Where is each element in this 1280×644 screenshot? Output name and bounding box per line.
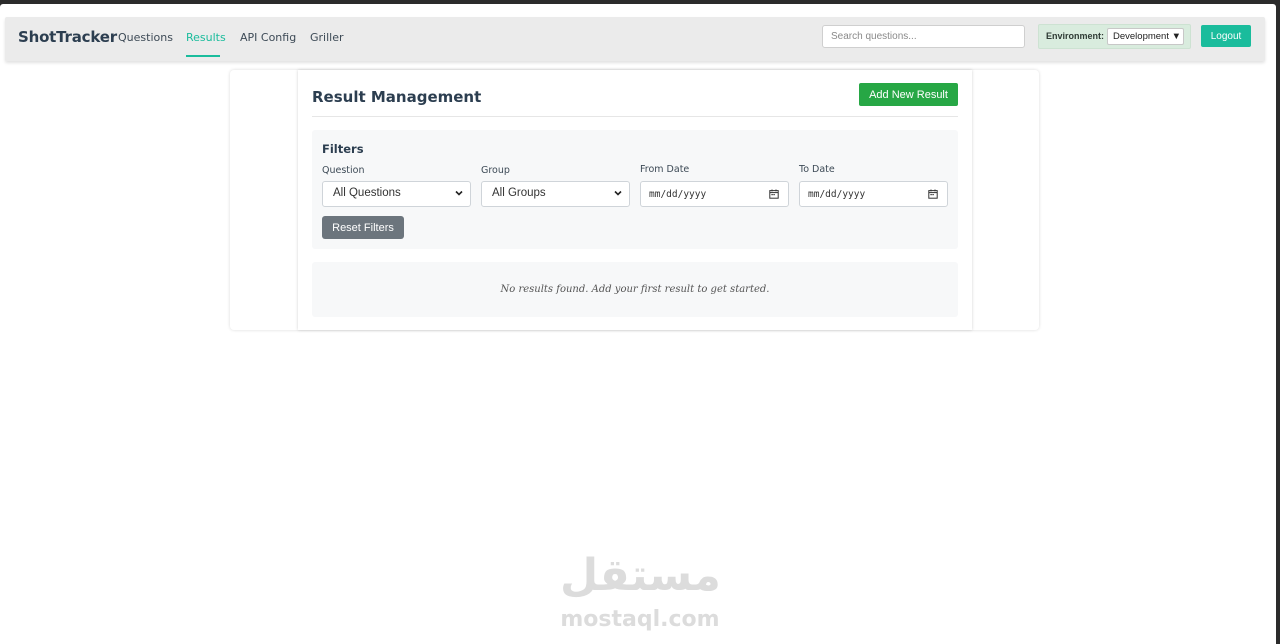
watermark-logo: مستقل: [560, 550, 721, 601]
brand-logo[interactable]: ShotTracker: [18, 28, 117, 46]
to-date-input[interactable]: mm/dd/yyyy: [799, 181, 948, 207]
page: ShotTracker Questions Results API Config…: [0, 4, 1276, 644]
nav-link-results[interactable]: Results: [186, 31, 226, 44]
to-date-placeholder: mm/dd/yyyy: [808, 189, 866, 200]
from-date-label: From Date: [640, 164, 690, 175]
filters-panel: Filters Question All Questions Group All…: [312, 130, 958, 249]
logout-button[interactable]: Logout: [1201, 25, 1251, 47]
active-tab-indicator: [186, 55, 220, 57]
group-select-value: All Groups: [492, 187, 546, 199]
watermark-url: mostaql.com: [560, 607, 720, 632]
chevron-down-icon: [455, 190, 463, 196]
chevron-down-icon: [614, 190, 622, 196]
question-select-value: All Questions: [333, 187, 401, 199]
nav-link-griller[interactable]: Griller: [310, 31, 344, 44]
navbar: ShotTracker Questions Results API Config…: [5, 17, 1265, 61]
empty-state-message: No results found. Add your first result …: [500, 284, 770, 295]
reset-filters-button[interactable]: Reset Filters: [322, 216, 404, 239]
from-date-placeholder: mm/dd/yyyy: [649, 189, 707, 200]
search-input[interactable]: [822, 25, 1025, 48]
question-select[interactable]: All Questions: [322, 181, 471, 207]
calendar-icon[interactable]: [769, 189, 779, 199]
nav-link-questions[interactable]: Questions: [118, 31, 173, 44]
question-filter-label: Question: [322, 165, 365, 176]
from-date-input[interactable]: mm/dd/yyyy: [640, 181, 789, 207]
group-filter-label: Group: [481, 165, 510, 176]
title-divider: [312, 116, 958, 117]
filters-title: Filters: [322, 142, 364, 156]
environment-select[interactable]: Development ▼: [1107, 28, 1184, 45]
environment-switcher: Environment: Development ▼: [1038, 24, 1191, 49]
calendar-icon[interactable]: [928, 189, 938, 199]
to-date-label: To Date: [799, 164, 835, 175]
nav-link-api-config[interactable]: API Config: [240, 31, 296, 44]
page-title: Result Management: [312, 88, 482, 106]
group-select[interactable]: All Groups: [481, 181, 630, 207]
environment-label: Environment:: [1046, 31, 1105, 41]
empty-state: No results found. Add your first result …: [312, 262, 958, 317]
add-new-result-button[interactable]: Add New Result: [859, 83, 958, 106]
